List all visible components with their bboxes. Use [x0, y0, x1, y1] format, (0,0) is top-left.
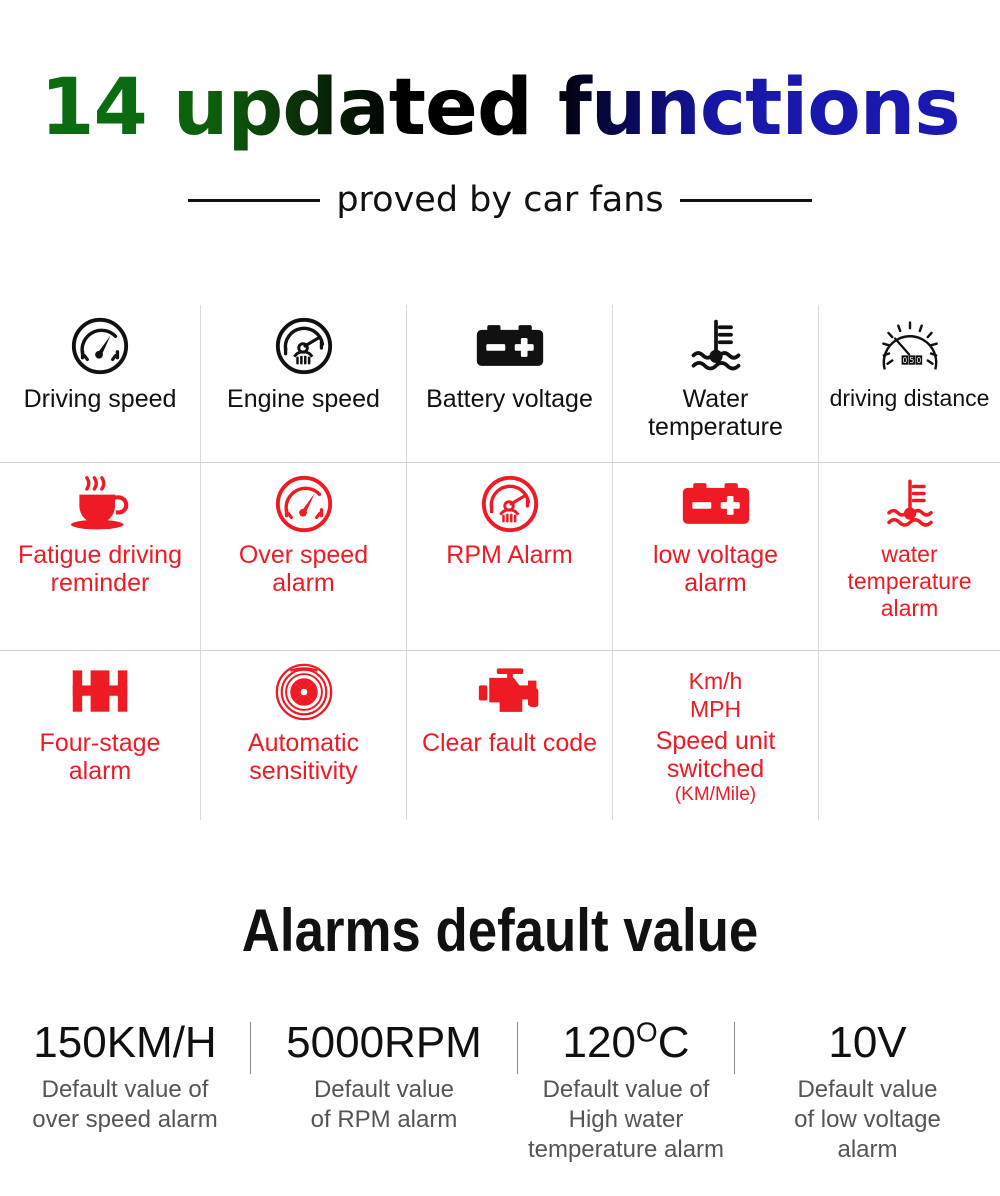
engine-icon	[476, 659, 544, 725]
feature-label: Battery voltage	[426, 385, 593, 413]
feature-label: Speed unit switched	[655, 727, 776, 783]
default-item-low-voltage: 10V Default value of low voltage alarm	[735, 1016, 1000, 1191]
page-title: 14 updated functions	[0, 62, 1000, 154]
speedometer-icon	[69, 313, 131, 379]
feature-cell-empty	[819, 651, 1000, 820]
feature-cell-over-speed-alarm[interactable]: Over speed alarm	[201, 463, 407, 651]
default-value: 120OC	[562, 1016, 690, 1067]
feature-label: Over speed alarm	[238, 541, 369, 597]
subtitle-rule-right	[679, 198, 812, 202]
default-desc: Default value of over speed alarm	[32, 1076, 218, 1133]
defaults-section-title: Alarms default value	[241, 897, 759, 964]
coffee-cup-icon	[68, 471, 132, 537]
feature-cell-rpm-alarm[interactable]: RPM Alarm	[407, 463, 613, 651]
odometer-icon: 0 5 0	[879, 313, 941, 379]
default-item-rpm: 5000RPM Default value of RPM alarm	[251, 1016, 517, 1191]
svg-text:5: 5	[909, 356, 914, 365]
feature-grid: Driving speed Engine speed Battery volta…	[0, 305, 1000, 820]
feature-label: Driving speed	[23, 385, 177, 413]
four-stage-icon	[69, 659, 131, 725]
feature-label: Automatic sensitivity	[247, 729, 360, 785]
degree-symbol: O	[635, 1016, 658, 1048]
feature-label: water temperature alarm	[847, 541, 972, 621]
speed-unit-kmh: Km/h	[688, 668, 743, 694]
feature-label: low voltage alarm	[652, 541, 779, 597]
feature-cell-battery-voltage[interactable]: Battery voltage	[407, 305, 613, 463]
subtitle-rule-left	[188, 198, 321, 202]
feature-label: RPM Alarm	[446, 541, 573, 569]
feature-cell-engine-speed[interactable]: Engine speed	[201, 305, 407, 463]
feature-cell-fatigue-driving-reminder[interactable]: Fatigue driving reminder	[0, 463, 201, 651]
default-desc: Default value of High water temperature …	[527, 1076, 725, 1163]
feature-label: Engine speed	[227, 385, 380, 413]
feature-label: Water temperature	[648, 385, 783, 441]
feature-label: Fatigue driving reminder	[18, 541, 182, 597]
feature-label: Clear fault code	[421, 729, 598, 757]
default-value: 150KM/H	[33, 1018, 217, 1067]
speedometer-icon	[273, 471, 335, 537]
defaults-row: 150KM/H Default value of over speed alar…	[0, 1016, 1000, 1191]
default-item-water-temp: 120OC Default value of High water temper…	[518, 1016, 734, 1191]
feature-cell-four-stage-alarm[interactable]: Four-stage alarm	[0, 651, 201, 820]
feature-cell-water-temperature[interactable]: Water temperature	[613, 305, 819, 463]
default-value: 5000RPM	[286, 1018, 482, 1067]
default-desc: Default value of RPM alarm	[310, 1076, 458, 1133]
tachometer-icon	[479, 471, 541, 537]
feature-cell-driving-distance[interactable]: 0 5 0 driving distance	[819, 305, 1000, 463]
feature-cell-driving-speed[interactable]: Driving speed	[0, 305, 201, 463]
default-value: 10V	[828, 1018, 907, 1067]
feature-cell-low-voltage-alarm[interactable]: low voltage alarm	[613, 463, 819, 651]
turbine-icon	[273, 659, 335, 725]
feature-label: Four-stage alarm	[39, 729, 161, 785]
water-temperature-icon	[882, 471, 938, 537]
feature-label: driving distance	[829, 385, 990, 411]
feature-cell-automatic-sensitivity[interactable]: Automatic sensitivity	[201, 651, 407, 820]
svg-text:0: 0	[916, 356, 921, 365]
subtitle: proved by car fans	[336, 180, 664, 220]
subtitle-group: proved by car fans	[0, 178, 1000, 222]
battery-icon	[474, 313, 546, 379]
speed-unit-note: (KM/Mile)	[674, 784, 757, 805]
feature-cell-speed-unit-switched[interactable]: Km/h MPH Speed unit switched (KM/Mile)	[613, 651, 819, 820]
svg-text:0: 0	[902, 356, 907, 365]
water-temperature-icon	[686, 313, 746, 379]
poster-root: 14 updated functions proved by car fans …	[0, 0, 1000, 1196]
battery-icon	[680, 471, 752, 537]
default-item-over-speed: 150KM/H Default value of over speed alar…	[0, 1016, 250, 1191]
feature-cell-clear-fault-code[interactable]: Clear fault code	[407, 651, 613, 820]
speed-unit-mph: MPH	[689, 696, 742, 722]
default-desc: Default value of low voltage alarm	[794, 1076, 941, 1163]
tachometer-icon	[273, 313, 335, 379]
feature-cell-water-temperature-alarm[interactable]: water temperature alarm	[819, 463, 1000, 651]
